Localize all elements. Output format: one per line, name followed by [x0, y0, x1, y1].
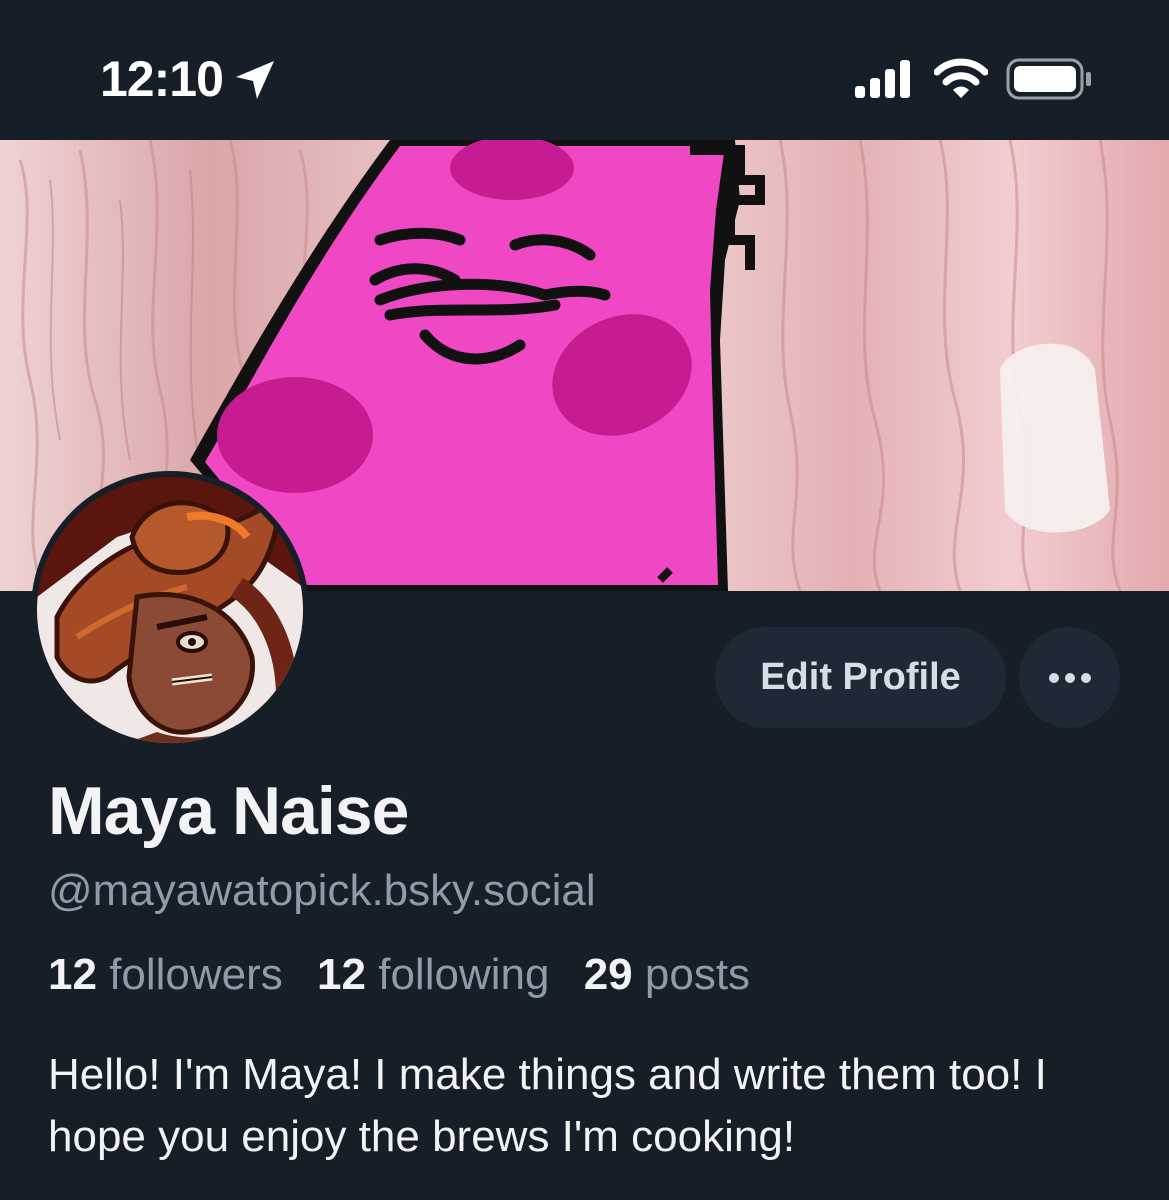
location-arrow-icon	[236, 61, 274, 99]
wifi-icon	[934, 58, 988, 98]
following-link[interactable]: 12 following	[317, 950, 549, 999]
followers-link[interactable]: 12 followers	[48, 950, 283, 999]
profile-handle: @mayawatopick.bsky.social	[48, 866, 596, 915]
posts-label: posts	[644, 950, 751, 999]
profile-stats: 12 followers 12 following 29 posts	[48, 950, 772, 1000]
following-label: following	[378, 950, 550, 999]
status-time: 12:10	[100, 51, 224, 107]
posts-count: 29	[583, 950, 633, 999]
profile-bio: Hello! I'm Maya! I make things and write…	[48, 1050, 1047, 1161]
more-options-button[interactable]	[1019, 627, 1120, 728]
avatar-image	[37, 477, 303, 743]
profile-avatar[interactable]	[31, 471, 309, 749]
display-name: Maya Naise	[48, 773, 409, 849]
profile-screen: 12:10 Edit Profile Maya Naise @mayawatop…	[0, 0, 1169, 1200]
following-count: 12	[317, 950, 366, 999]
followers-count: 12	[48, 950, 97, 999]
followers-label: followers	[109, 950, 283, 999]
battery-icon	[1006, 58, 1091, 100]
status-bar: 12:10	[0, 0, 1169, 140]
posts-stat: 29 posts	[584, 950, 750, 999]
edit-profile-button[interactable]: Edit Profile	[715, 627, 1006, 728]
signal-icon	[855, 60, 910, 98]
more-dots-icon	[1048, 672, 1091, 683]
